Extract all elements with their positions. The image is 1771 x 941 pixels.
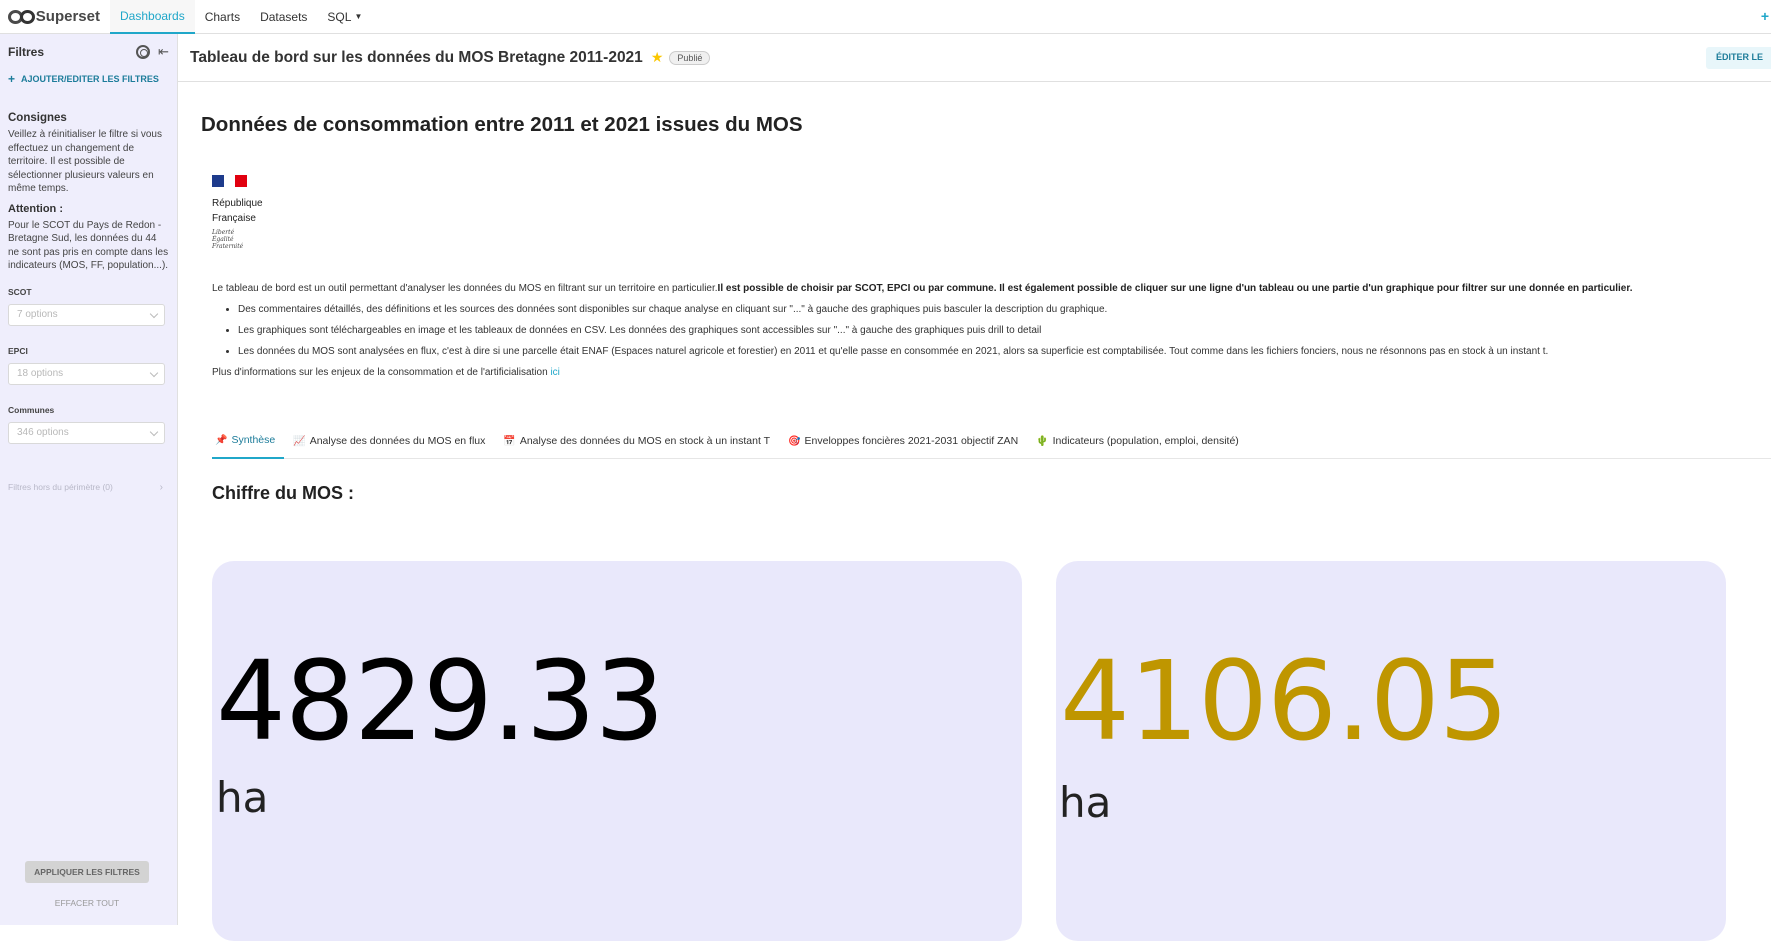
- communes-select-placeholder: 346 options: [17, 427, 69, 438]
- chevron-down-icon: [149, 368, 159, 377]
- more-info: Plus d'informations sur les enjeux de la…: [212, 362, 1752, 383]
- intro-text: Le tableau de bord est un outil permetta…: [212, 278, 1752, 383]
- chevron-down-icon: [149, 427, 159, 436]
- star-icon[interactable]: ★: [651, 49, 664, 66]
- big-number-value: 4106.05: [1060, 637, 1509, 765]
- tab-label: Indicateurs (population, emploi, densité…: [1052, 435, 1239, 447]
- top-navbar: Superset Dashboards Charts Datasets SQL …: [0, 0, 1771, 34]
- status-badge[interactable]: Publié: [669, 50, 711, 65]
- chart-increasing-icon: 📈: [293, 435, 306, 447]
- collapse-sidebar-icon[interactable]: ⇤: [158, 44, 169, 60]
- more-info-text: Plus d'informations sur les enjeux de la…: [212, 367, 551, 378]
- big-number-card[interactable]: 4106.05 ha: [1056, 561, 1726, 941]
- nav-sql[interactable]: SQL ▼: [317, 0, 372, 34]
- intro-plain: Le tableau de bord est un outil permetta…: [212, 283, 718, 294]
- big-number-value: 4829.33: [216, 637, 665, 765]
- cactus-icon: 🌵: [1036, 435, 1049, 447]
- list-item: Les données du MOS sont analysées en flu…: [238, 341, 1752, 362]
- nav-charts[interactable]: Charts: [195, 0, 250, 34]
- tab-label: Enveloppes foncières 2021-2031 objectif …: [804, 435, 1019, 447]
- french-flag-icon: [212, 175, 247, 187]
- nav-sql-label: SQL: [327, 9, 352, 24]
- dashboard-header: Tableau de bord sur les données du MOS B…: [178, 34, 1771, 82]
- tab-analyse-flux[interactable]: 📈 Analyse des données du MOS en flux: [284, 423, 494, 459]
- filter-sidebar-header: Filtres ⇤: [0, 34, 177, 70]
- nav-datasets[interactable]: Datasets: [250, 0, 317, 34]
- brand[interactable]: Superset: [8, 8, 100, 25]
- chevron-down-icon: [149, 309, 159, 318]
- filter-label-epci: EPCI: [8, 345, 28, 356]
- out-of-scope-filters[interactable]: Filtres hors du périmètre (0) ›: [8, 482, 169, 493]
- intro-list: Des commentaires détaillés, des définiti…: [238, 299, 1752, 362]
- big-number-unit: ha: [1059, 778, 1112, 827]
- out-of-scope-label: Filtres hors du périmètre (0): [8, 482, 113, 492]
- attention-title: Attention :: [8, 202, 63, 215]
- add-edit-filters-button[interactable]: + AJOUTER/EDITER LES FILTRES: [0, 70, 177, 88]
- brand-name: Superset: [35, 8, 100, 25]
- consignes-text: Veillez à réinitialiser le filtre si vou…: [8, 129, 162, 194]
- devise-line-2: Égalité: [212, 236, 234, 243]
- rf-line-2: Française: [212, 213, 256, 224]
- epci-select[interactable]: 18 options: [8, 362, 165, 385]
- clear-all-button[interactable]: EFFACER TOUT: [25, 898, 149, 908]
- big-number-card[interactable]: 4829.33 ha: [212, 561, 1022, 941]
- epci-select-placeholder: 18 options: [17, 368, 64, 379]
- page-heading: Données de consommation entre 2011 et 20…: [201, 113, 803, 136]
- plus-icon[interactable]: +: [1761, 8, 1769, 24]
- gear-icon[interactable]: [136, 45, 151, 59]
- tab-analyse-stock[interactable]: 📅 Analyse des données du MOS en stock à …: [494, 423, 779, 459]
- apply-filters-button[interactable]: APPLIQUER LES FILTRES: [25, 861, 149, 883]
- rf-line-1: République: [212, 198, 263, 209]
- filter-sidebar: Filtres ⇤ + AJOUTER/EDITER LES FILTRES C…: [0, 34, 178, 925]
- tab-indicateurs[interactable]: 🌵 Indicateurs (population, emploi, densi…: [1027, 423, 1248, 459]
- devise-text: Liberté Égalité Fraternité: [212, 229, 243, 250]
- dashboard-title[interactable]: Tableau de bord sur les données du MOS B…: [190, 49, 643, 67]
- scot-select-placeholder: 7 options: [17, 309, 58, 320]
- republique-francaise-logo: République Française: [212, 196, 263, 226]
- section-title: Chiffre du MOS :: [212, 483, 354, 503]
- devise-line-1: Liberté: [212, 229, 235, 236]
- big-number-unit: ha: [216, 773, 269, 822]
- caret-down-icon: ▼: [354, 12, 363, 21]
- dashboard-content: Données de consommation entre 2011 et 20…: [178, 83, 1771, 941]
- filter-label-scot: SCOT: [8, 286, 32, 297]
- communes-select[interactable]: 346 options: [8, 421, 165, 444]
- scot-select[interactable]: 7 options: [8, 303, 165, 326]
- more-info-link[interactable]: ici: [550, 367, 559, 378]
- pushpin-icon: 📌: [215, 434, 228, 446]
- calendar-icon: 📅: [503, 435, 516, 447]
- add-edit-filters-label: AJOUTER/EDITER LES FILTRES: [21, 74, 159, 84]
- superset-logo-icon: [8, 9, 35, 24]
- list-item: Des commentaires détaillés, des définiti…: [238, 299, 1752, 320]
- consignes-title: Consignes: [8, 112, 67, 124]
- tab-label: Analyse des données du MOS en stock à un…: [519, 435, 771, 447]
- edit-dashboard-button[interactable]: ÉDITER LE: [1705, 47, 1771, 69]
- tab-label: Synthèse: [231, 434, 276, 446]
- intro-paragraph: Le tableau de bord est un outil permetta…: [212, 278, 1752, 299]
- nav-dashboards[interactable]: Dashboards: [110, 0, 195, 34]
- tab-enveloppes-foncieres[interactable]: 🎯 Enveloppes foncières 2021-2031 objecti…: [779, 423, 1027, 459]
- plus-icon: +: [8, 72, 16, 86]
- filter-sidebar-title: Filtres: [8, 45, 45, 59]
- attention-text: Pour le SCOT du Pays de Redon - Bretagne…: [8, 219, 169, 272]
- devise-line-3: Fraternité: [212, 243, 244, 250]
- tab-synthese[interactable]: 📌 Synthèse: [212, 423, 285, 459]
- tab-label: Analyse des données du MOS en flux: [309, 435, 486, 447]
- chevron-right-icon: ›: [159, 481, 163, 493]
- target-icon: 🎯: [788, 435, 801, 447]
- list-item: Les graphiques sont téléchargeables en i…: [238, 320, 1752, 341]
- intro-bold: Il est possible de choisir par SCOT, EPC…: [717, 283, 1633, 294]
- dashboard-tabs: 📌 Synthèse 📈 Analyse des données du MOS …: [212, 423, 1771, 459]
- filter-label-communes: Communes: [8, 404, 55, 415]
